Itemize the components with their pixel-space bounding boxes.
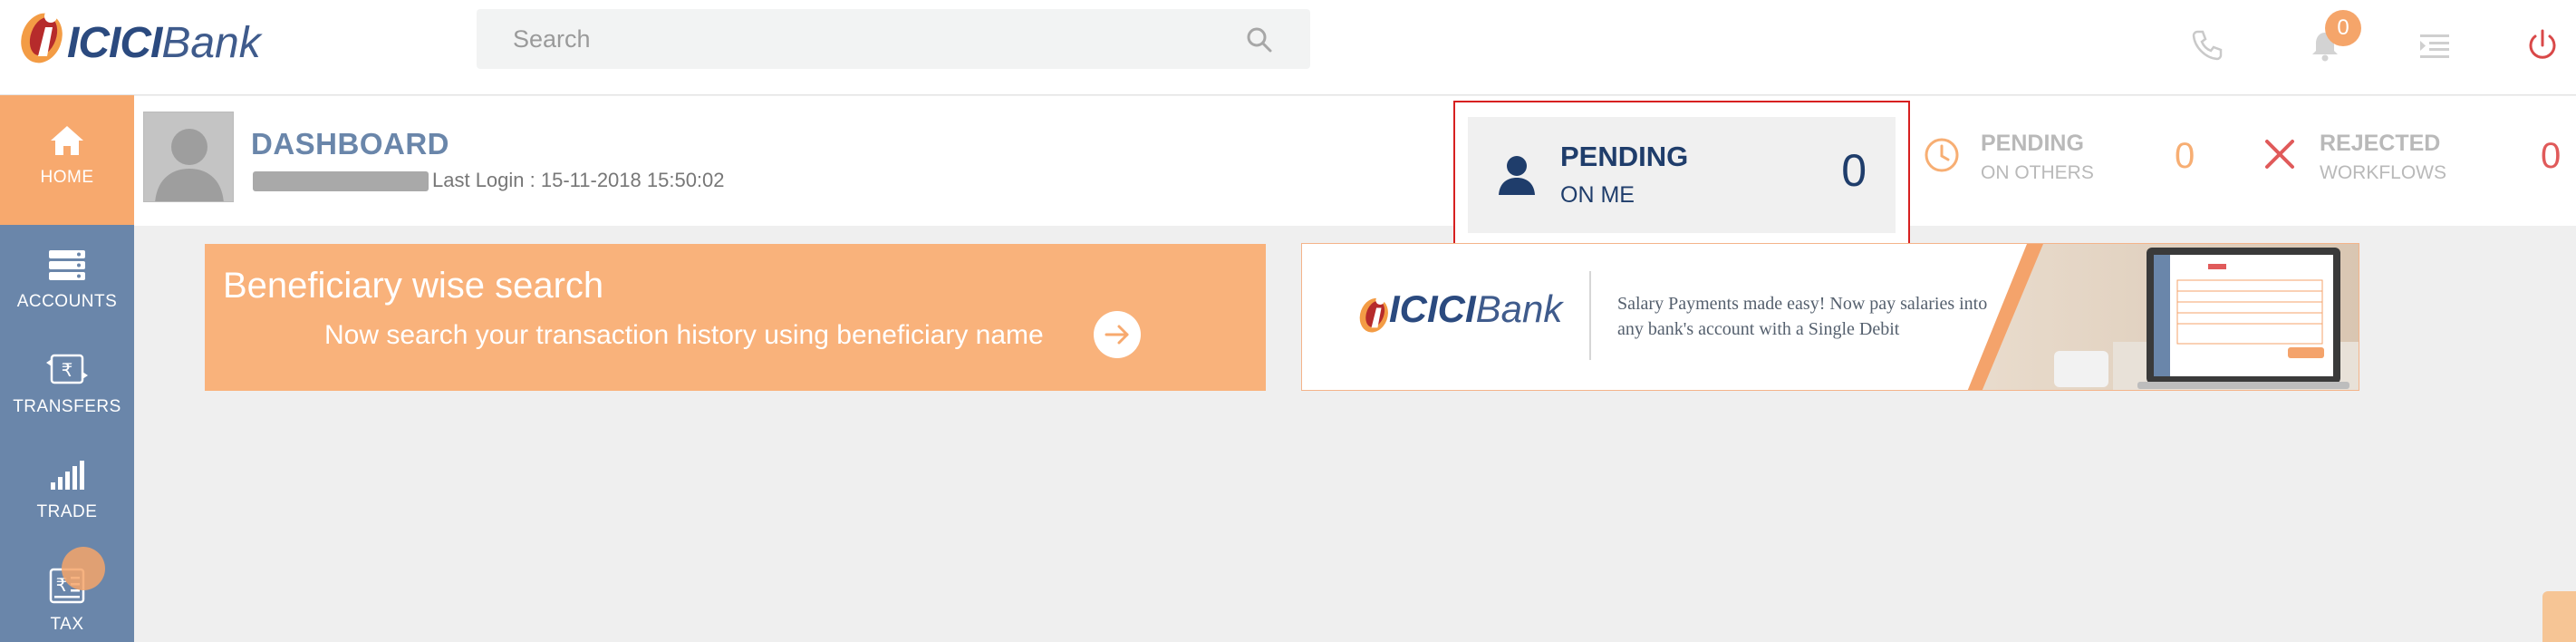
sidebar-item-transfers[interactable]: ₹ TRANSFERS [0,339,134,444]
accounts-icon [49,250,85,280]
top-header: ICICIBank 0 [0,0,2576,95]
brand-name: ICICIBank [67,19,261,67]
pending-on-me-card[interactable]: PENDING ON ME 0 [1453,101,1910,251]
sidebar-item-label: ACCOUNTS [16,292,118,311]
page-title: DASHBOARD [251,127,449,160]
tax-notification-dot [62,547,105,590]
sidebar-item-home[interactable]: HOME [0,95,134,225]
arrow-right-button[interactable] [1094,311,1141,358]
laptop-illustration-icon [1967,244,2359,390]
banner-divider [1589,271,1591,360]
sidebar-item-label: TAX [50,615,84,634]
pending-me-sublabel: ON ME [1560,182,1635,208]
close-x-icon [2265,140,2294,169]
sidebar-item-label: HOME [40,168,94,187]
menu-list-icon[interactable] [2417,27,2453,63]
last-login-text: Last Login : 15-11-2018 15:50:02 [432,169,725,191]
banner-subtext: Now search your transaction history usin… [324,320,1044,350]
pending-others-sublabel: ON OTHERS [1981,162,2094,183]
icici-bank-logo[interactable]: ICICIBank [11,5,292,67]
notification-count-badge: 0 [2325,10,2361,46]
rejected-count: 0 [2541,136,2562,176]
bar-signal-icon [51,461,84,490]
sidebar-item-trade[interactable]: TRADE [0,446,134,551]
search-bar [477,9,1310,69]
phone-icon[interactable] [2189,27,2225,63]
pending-on-others-card[interactable]: PENDING ON OTHERS 0 [1923,96,2204,226]
rejected-workflows-card[interactable]: REJECTED WORKFLOWS 0 [2263,96,2571,226]
svg-text:₹: ₹ [62,359,73,381]
banner-brand-name: ICICIBank [1389,287,1563,330]
beneficiary-search-banner[interactable]: Beneficiary wise search Now search your … [205,244,1266,391]
icici-logo-mark-icon [21,10,63,63]
banner-heading: Beneficiary wise search [223,266,604,306]
pending-others-label: PENDING [1981,131,2084,156]
rejected-sublabel: WORKFLOWS [2320,162,2446,183]
dashboard-header-strip: DASHBOARD Last Login : 15-11-2018 15:50:… [134,96,2576,226]
avatar[interactable] [143,112,234,202]
salary-payments-banner[interactable]: ICICIBank Salary Payments made easy! Now… [1301,243,2359,391]
user-silhouette-icon [144,112,233,201]
user-icon [1499,156,1535,195]
rejected-label: REJECTED [2320,131,2441,156]
search-input[interactable] [477,9,1256,69]
masked-user-name [253,171,429,191]
sidebar-item-accounts[interactable]: ACCOUNTS [0,234,134,339]
pending-others-count: 0 [2175,136,2195,176]
sidebar-item-label: TRADE [36,502,98,521]
search-icon[interactable] [1245,25,1274,54]
pending-on-me-inner: PENDING ON ME 0 [1468,117,1896,233]
clock-icon [1925,138,1959,172]
pending-me-count: 0 [1841,145,1867,196]
pending-me-label: PENDING [1560,141,1689,172]
arrow-right-icon [1105,325,1129,345]
power-logout-icon[interactable] [2524,27,2561,63]
sidebar-item-label: TRANSFERS [13,397,121,416]
rupee-transfer-icon: ₹ [46,354,88,384]
feedback-corner-tab[interactable] [2542,591,2576,642]
home-icon [51,126,83,155]
